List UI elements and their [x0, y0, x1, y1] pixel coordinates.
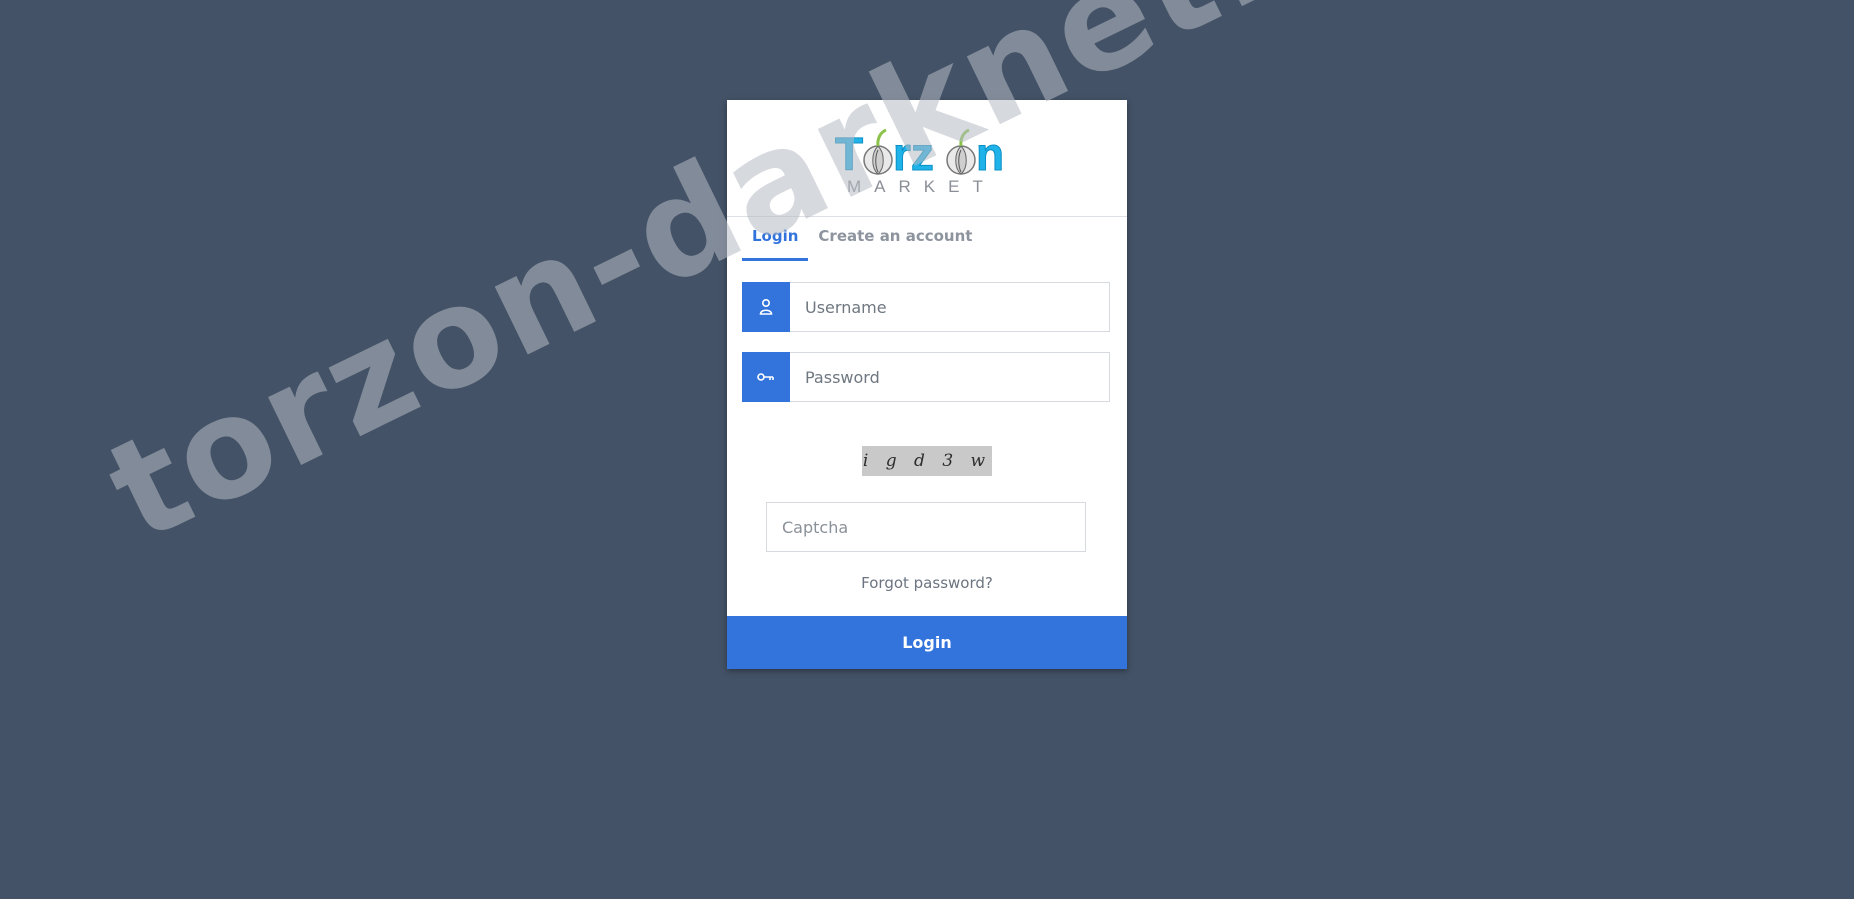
onion-icon [946, 128, 976, 175]
password-input[interactable] [790, 352, 1110, 402]
logo-text: rz [893, 128, 934, 180]
login-card: T rz n MARKET Login Create an account Us… [727, 100, 1127, 669]
logo-text: T [835, 128, 863, 180]
logo-subtitle: MARKET [847, 177, 996, 196]
username-addon [742, 282, 790, 332]
username-field-group [742, 282, 1110, 332]
torzon-logo: T rz n MARKET [835, 128, 1005, 197]
logo-header: T rz n MARKET [727, 100, 1127, 217]
password-addon [742, 352, 790, 402]
onion-icon [863, 128, 893, 175]
username-input[interactable] [790, 282, 1110, 332]
login-button[interactable]: Login [727, 616, 1127, 669]
captcha-image: i g d 3 w [862, 446, 992, 476]
logo-text: n [976, 128, 1004, 180]
tab-create-account[interactable]: Create an account [808, 217, 982, 261]
captcha-input[interactable] [766, 502, 1086, 552]
key-icon [757, 373, 774, 381]
forgot-password-link[interactable]: Forgot password? [727, 574, 1127, 592]
password-field-group [742, 352, 1110, 402]
auth-tabs: Login Create an account [742, 217, 982, 261]
tab-login[interactable]: Login [742, 217, 809, 261]
user-icon [759, 298, 773, 315]
